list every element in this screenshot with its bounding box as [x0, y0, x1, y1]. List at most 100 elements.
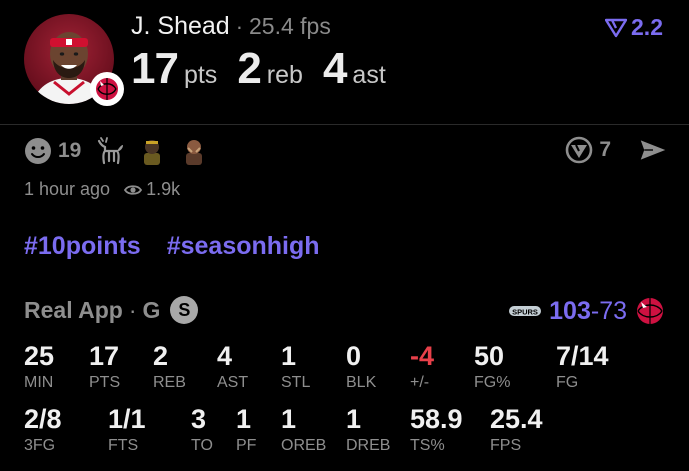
stat-label: FPS — [490, 437, 522, 454]
stat-3fg: 2/8 3FG — [24, 405, 62, 455]
stat-fps: 25.4 FPS — [490, 405, 543, 455]
player-position: G — [142, 296, 161, 323]
stat-value: 17 — [89, 341, 120, 371]
stat-dreb: 1 DREB — [346, 405, 390, 455]
player-name[interactable]: J. Shead — [131, 12, 230, 41]
stat-assists-value: 4 — [322, 44, 348, 93]
stat-points-unit: pts — [183, 61, 218, 89]
stat-ast: 4 AST — [217, 342, 248, 392]
stat-oreb: 1 OREB — [281, 405, 326, 455]
stat-assists-unit: ast — [352, 61, 386, 89]
stat-value: 7/14 — [556, 341, 609, 371]
stat-min: 25 MIN — [24, 342, 54, 392]
hashtag-link[interactable]: #seasonhigh — [167, 232, 320, 261]
stat-rebounds-value: 2 — [237, 44, 262, 93]
game-source-label[interactable]: Real App — [24, 297, 123, 324]
stat-plus-minus: -4 +/- — [410, 342, 434, 392]
stat-ts-pct: 58.9 TS% — [410, 405, 463, 455]
stat-label: +/- — [410, 374, 430, 391]
separator-dot: · — [128, 296, 137, 323]
stat-label: FG — [556, 374, 579, 391]
stat-value: 1/1 — [108, 404, 146, 434]
stat-value: 1 — [236, 404, 252, 434]
stat-label: 3FG — [24, 437, 56, 454]
stat-value: 2/8 — [24, 404, 62, 434]
view-count: 1.9k — [124, 179, 180, 200]
stat-rebounds-unit: reb — [266, 61, 303, 89]
score-team: 103 — [549, 296, 591, 325]
stat-value: -4 — [410, 341, 435, 371]
team-logo-badge[interactable] — [90, 72, 124, 106]
stat-value: 4 — [217, 341, 233, 371]
stat-fg: 7/14 FG — [556, 342, 609, 392]
game-info-row: Real App · G S SPURS 103 - 73 — [24, 296, 665, 330]
shield-tag-icon[interactable] — [565, 136, 593, 164]
player-title-line: J. Shead · 25.4 fps — [131, 12, 331, 41]
stat-stl: 1 STL — [281, 342, 310, 392]
stat-value: 1 — [281, 404, 297, 434]
spurs-logo-icon: SPURS — [509, 306, 542, 317]
stat-value: 25.4 — [490, 404, 543, 434]
raptors-logo-icon — [96, 78, 118, 100]
raptors-logo-icon — [637, 298, 663, 324]
tag-count: 7 — [599, 138, 611, 161]
hashtag-list: #10points #seasonhigh — [24, 232, 320, 261]
reaction-count: 19 — [58, 139, 82, 162]
separator-dot: · — [235, 14, 244, 39]
score-opponent: 73 — [599, 296, 627, 325]
stat-value: 1 — [281, 341, 297, 371]
stat-fts: 1/1 FTS — [108, 405, 146, 455]
game-source: Real App · G S — [24, 296, 199, 324]
stat-label: PTS — [89, 374, 121, 391]
post-actions: 7 — [565, 136, 667, 164]
view-count-value: 1.9k — [146, 179, 181, 199]
stat-points-value: 17 — [131, 44, 179, 93]
score-separator: - — [590, 296, 600, 325]
stat-value: 3 — [191, 404, 207, 434]
avatar-wrapper[interactable] — [22, 14, 124, 106]
player-fps: 25.4 fps — [249, 13, 331, 39]
stat-blk: 0 BLK — [346, 342, 376, 392]
stat-label: AST — [217, 374, 249, 391]
statline: 17 pts 2 reb 4 ast — [131, 44, 406, 94]
stat-fg-pct: 50 FG% — [474, 342, 510, 392]
stat-pf: 1 PF — [236, 405, 256, 455]
stat-label: TS% — [410, 437, 445, 454]
starter-badge: S — [170, 296, 199, 324]
stat-label: PF — [236, 437, 257, 454]
hashtag-link[interactable]: #10points — [24, 232, 141, 261]
reactions-row: 19 — [24, 136, 221, 166]
eye-icon — [124, 184, 143, 195]
post-time: 1 hour ago — [24, 179, 111, 199]
stat-value: 50 — [474, 341, 505, 371]
stat-label: FTS — [108, 437, 139, 454]
rating-badge[interactable]: 2.2 — [605, 14, 663, 41]
header-divider — [0, 124, 689, 125]
player-emoji-one-icon[interactable] — [137, 136, 167, 166]
stat-label: TO — [191, 437, 213, 454]
svg-text:SPURS: SPURS — [512, 308, 538, 317]
stat-value: 25 — [24, 341, 55, 371]
stat-label: STL — [281, 374, 311, 391]
stat-label: MIN — [24, 374, 54, 391]
rating-value: 2.2 — [631, 14, 663, 40]
stat-pts: 17 PTS — [89, 342, 120, 392]
stat-label: FG% — [474, 374, 511, 391]
game-score[interactable]: SPURS 103 - 73 — [509, 296, 665, 326]
stat-value: 2 — [153, 341, 169, 371]
smiley-icon[interactable] — [24, 137, 52, 165]
stat-value: 0 — [346, 341, 362, 371]
player-emoji-two-icon[interactable] — [179, 136, 209, 166]
stat-value: 58.9 — [410, 404, 463, 434]
player-header: J. Shead · 25.4 fps 17 pts 2 reb 4 ast 2… — [0, 0, 689, 124]
share-send-icon[interactable] — [639, 136, 667, 164]
goat-icon[interactable] — [95, 136, 125, 166]
stat-value: 1 — [346, 404, 362, 434]
stat-label: OREB — [281, 437, 327, 454]
stat-reb: 2 REB — [153, 342, 186, 392]
stat-to: 3 TO — [191, 405, 213, 455]
post-meta: 1 hour ago 1.9k — [24, 179, 180, 200]
stat-label: REB — [153, 374, 186, 391]
rating-arrow-icon — [605, 18, 628, 37]
stat-label: DREB — [346, 437, 391, 454]
